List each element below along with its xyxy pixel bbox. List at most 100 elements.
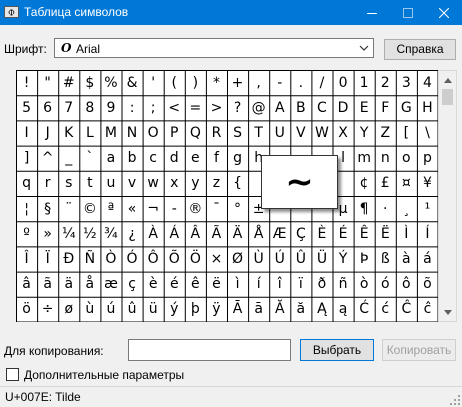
char-cell[interactable]: ç <box>122 274 142 294</box>
char-cell[interactable]: A <box>270 98 290 118</box>
char-cell[interactable]: ( <box>164 73 184 93</box>
char-cell[interactable]: ì <box>228 274 248 294</box>
char-cell[interactable]: 0 <box>333 73 353 93</box>
char-cell[interactable]: = <box>185 98 205 118</box>
char-cell[interactable]: . <box>291 73 311 93</box>
char-cell[interactable]: © <box>80 199 100 219</box>
char-cell[interactable]: Ì <box>396 224 416 244</box>
char-cell[interactable]: ü <box>143 299 163 319</box>
char-cell[interactable]: ï <box>291 274 311 294</box>
char-cell[interactable]: Y <box>354 123 374 143</box>
char-cell[interactable]: n <box>375 148 395 168</box>
char-cell[interactable]: z <box>206 173 226 193</box>
char-cell[interactable]: C <box>312 98 332 118</box>
char-cell[interactable]: ø <box>59 299 79 319</box>
char-cell[interactable]: ¦ <box>17 199 37 219</box>
char-cell[interactable]: ĉ <box>417 299 437 319</box>
char-cell[interactable]: y <box>185 173 205 193</box>
char-cell[interactable]: Ñ <box>80 249 100 269</box>
char-cell[interactable]: O <box>143 123 163 143</box>
char-cell[interactable]: Ë <box>375 224 395 244</box>
char-cell[interactable]: · <box>375 199 395 219</box>
char-cell[interactable]: d <box>164 148 184 168</box>
char-cell[interactable]: o <box>396 148 416 168</box>
char-cell[interactable]: ¬ <box>143 199 163 219</box>
char-cell[interactable]: â <box>17 274 37 294</box>
char-cell[interactable]: 4 <box>417 73 437 93</box>
char-cell[interactable]: î <box>270 274 290 294</box>
char-cell[interactable]: Î <box>17 249 37 269</box>
char-cell[interactable]: û <box>122 299 142 319</box>
char-cell[interactable]: { <box>228 173 248 193</box>
char-cell[interactable]: ê <box>185 274 205 294</box>
char-cell[interactable]: ö <box>17 299 37 319</box>
char-cell[interactable]: » <box>38 224 58 244</box>
char-cell[interactable]: 3 <box>396 73 416 93</box>
char-cell[interactable]: 8 <box>80 98 100 118</box>
scroll-thumb[interactable] <box>442 89 453 105</box>
char-cell[interactable]: ą <box>333 299 353 319</box>
char-cell[interactable]: 2 <box>375 73 395 93</box>
char-cell[interactable]: < <box>164 98 184 118</box>
char-cell[interactable]: I <box>17 123 37 143</box>
char-cell[interactable]: Ĉ <box>396 299 416 319</box>
char-cell[interactable]: : <box>122 98 142 118</box>
char-cell[interactable]: Ą <box>312 299 332 319</box>
select-button[interactable]: Выбрать <box>300 339 374 361</box>
char-cell[interactable]: £ <box>375 173 395 193</box>
char-cell[interactable]: ā <box>249 299 269 319</box>
char-cell[interactable]: Ä <box>228 224 248 244</box>
char-cell[interactable]: Û <box>291 249 311 269</box>
char-cell[interactable]: ð <box>312 274 332 294</box>
char-cell[interactable]: D <box>333 98 353 118</box>
char-cell[interactable]: ! <box>17 73 37 93</box>
char-cell[interactable]: Å <box>249 224 269 244</box>
char-cell[interactable]: Ï <box>38 249 58 269</box>
char-cell[interactable]: W <box>312 123 332 143</box>
copy-button[interactable]: Копировать <box>382 339 456 361</box>
char-cell[interactable]: × <box>206 249 226 269</box>
char-cell[interactable]: ? <box>228 98 248 118</box>
char-cell[interactable]: ¸ <box>396 199 416 219</box>
char-cell[interactable]: Õ <box>164 249 184 269</box>
char-cell[interactable]: a <box>101 148 121 168</box>
char-cell[interactable]: ' <box>143 73 163 93</box>
char-cell[interactable]: å <box>80 274 100 294</box>
char-cell[interactable]: À <box>143 224 163 244</box>
char-cell[interactable]: Æ <box>270 224 290 244</box>
char-cell[interactable]: B <box>291 98 311 118</box>
char-cell[interactable]: á <box>417 249 437 269</box>
character-grid[interactable]: ! " # $% & '() * +, -./0 1 2 3 4 5 6 7 8 9:; < = >? @ A B C D E F G H… <box>16 70 438 322</box>
char-cell[interactable]: - <box>164 199 184 219</box>
char-cell[interactable]: È <box>312 224 332 244</box>
char-cell[interactable]: ¾ <box>101 224 121 244</box>
char-cell[interactable]: T <box>249 123 269 143</box>
char-cell[interactable]: ^ <box>38 148 58 168</box>
char-cell[interactable]: - <box>270 73 290 93</box>
char-cell[interactable]: , <box>249 73 269 93</box>
char-cell[interactable]: $ <box>80 73 100 93</box>
char-cell[interactable]: « <box>122 199 142 219</box>
char-cell[interactable]: ° <box>228 199 248 219</box>
char-cell[interactable]: ÿ <box>206 299 226 319</box>
char-cell[interactable]: V <box>291 123 311 143</box>
grid-scrollbar[interactable] <box>438 70 457 322</box>
char-cell[interactable]: Ç <box>291 224 311 244</box>
char-cell[interactable]: Â <box>185 224 205 244</box>
char-cell[interactable]: [ <box>396 123 416 143</box>
char-cell[interactable]: # <box>59 73 79 93</box>
char-cell[interactable]: F <box>375 98 395 118</box>
char-cell[interactable]: ñ <box>333 274 353 294</box>
char-cell[interactable]: Ć <box>354 299 374 319</box>
char-cell[interactable]: Á <box>164 224 184 244</box>
char-cell[interactable]: ¨ <box>59 199 79 219</box>
char-cell[interactable]: ¢ <box>354 173 374 193</box>
char-cell[interactable]: § <box>38 199 58 219</box>
char-cell[interactable]: & <box>122 73 142 93</box>
char-cell[interactable]: ® <box>185 199 205 219</box>
char-cell[interactable]: Ð <box>59 249 79 269</box>
char-cell[interactable]: à <box>396 249 416 269</box>
char-cell[interactable]: ò <box>354 274 374 294</box>
char-cell[interactable]: Ā <box>228 299 248 319</box>
char-cell[interactable]: Ý <box>333 249 353 269</box>
